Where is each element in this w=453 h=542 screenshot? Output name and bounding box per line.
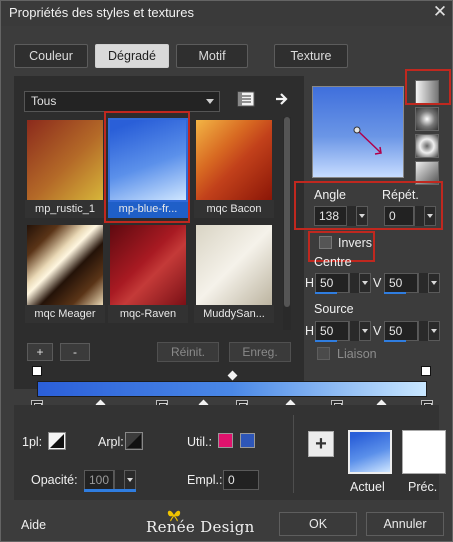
help-label[interactable]: Aide [21,518,46,532]
sunburst-style-button[interactable] [415,134,439,158]
list-icon[interactable] [237,91,255,107]
gradient-thumb[interactable]: mqc-Raven [108,222,188,327]
thumb-image [27,120,103,200]
repeat-label: Répét. [382,188,419,202]
top-marker-right[interactable] [421,366,431,376]
window-title: Propriétés des styles et textures [9,5,194,20]
invert-checkbox[interactable] [319,236,332,249]
center-label: Centre [314,255,352,269]
center-v-slider[interactable] [384,292,406,294]
source-v-dropdown[interactable] [428,321,440,341]
opacity-dropdown[interactable] [124,470,136,490]
source-label: Source [314,302,354,316]
opacity-input[interactable]: 100 [84,470,114,490]
center-h-slider[interactable] [315,292,337,294]
scrollbar-thumb[interactable] [284,117,290,307]
add-button[interactable]: + [27,343,53,361]
center-h-label: H [305,276,315,290]
thumb-image [196,225,272,305]
source-v-slider[interactable] [384,340,406,342]
previous-label: Préc. [408,480,438,494]
angle-input[interactable]: 138 [314,206,348,226]
brand-watermark: Renée Design [146,518,255,536]
invert-label: Invers [338,236,373,250]
previous-swatch[interactable] [402,430,446,474]
source-v-label: V [373,324,382,338]
cancel-button[interactable]: Annuler [366,512,444,536]
add-to-swatches-button[interactable]: + [308,431,334,457]
source-h-slider[interactable] [315,340,337,342]
close-button[interactable]: ✕ [431,3,449,21]
background-style-icon[interactable] [125,432,143,450]
angle-spinner[interactable] [346,206,356,226]
divider [293,415,294,493]
opacity-slider[interactable] [84,489,136,492]
thumb-image [110,225,186,305]
angle-dropdown[interactable] [356,206,368,226]
thumb-label: mqc Bacon [194,200,274,218]
arrow-right-icon[interactable] [274,91,290,107]
thumb-label: MuddySan... [194,305,274,323]
gradient-thumb[interactable]: MuddySan... [194,222,274,327]
category-select[interactable]: Tous [24,91,220,112]
foreground-style-icon[interactable] [48,432,66,450]
opacity-spinner[interactable] [114,470,124,490]
tab-degrade[interactable]: Dégradé [95,44,169,68]
tab-motif[interactable]: Motif [176,44,248,68]
repeat-input[interactable]: 0 [384,206,414,226]
source-h-input[interactable]: 50 [315,321,349,341]
center-v-dropdown[interactable] [428,273,440,293]
thumb-image [27,225,103,305]
gradient-thumb[interactable]: mqc Meager [25,222,105,327]
remove-button[interactable]: - [60,343,90,361]
center-v-spinner[interactable] [418,273,428,293]
gradient-thumb[interactable]: mp_rustic_1 [25,117,105,222]
center-h-dropdown[interactable] [359,273,371,293]
tab-couleur[interactable]: Couleur [14,44,88,68]
ok-button[interactable]: OK [279,512,357,536]
center-v-input[interactable]: 50 [384,273,418,293]
gradient-thumb[interactable]: mqc Bacon [194,117,274,222]
link-checkbox[interactable] [317,347,330,360]
fg-label: 1pl: [22,435,43,449]
center-v-label: V [373,276,382,290]
source-h-spinner[interactable] [349,321,359,341]
source-v-spinner[interactable] [418,321,428,341]
category-select-value: Tous [31,94,57,108]
bg-label: Arpl: [98,435,124,449]
util-color-pink[interactable] [218,433,233,448]
repeat-spinner[interactable] [414,206,424,226]
location-input[interactable]: 0 [223,470,259,490]
angle-handle-icon[interactable] [350,122,390,162]
link-label: Liaison [337,347,377,361]
current-swatch[interactable] [348,430,392,474]
location-label: Empl.: [187,473,223,487]
center-h-spinner[interactable] [349,273,359,293]
highlight-box [104,111,190,223]
thumb-label: mqc-Raven [108,305,188,323]
source-h-label: H [305,324,315,338]
center-h-input[interactable]: 50 [315,273,349,293]
thumb-image [196,120,272,200]
opacity-label: Opacité: [31,473,78,487]
util-color-blue[interactable] [240,433,255,448]
thumb-label: mqc Meager [25,305,105,323]
highlight-box [405,69,451,105]
util-label: Util.: [187,435,212,449]
source-v-input[interactable]: 50 [384,321,418,341]
angle-label: Angle [314,188,346,202]
current-label: Actuel [350,480,385,494]
reset-button[interactable]: Réinit. [157,342,219,362]
save-button[interactable]: Enreg. [229,342,291,362]
rectangular-style-button[interactable] [415,107,439,131]
gradient-bar[interactable] [37,381,427,397]
repeat-dropdown[interactable] [424,206,436,226]
chevron-down-icon [206,99,214,104]
top-marker-left[interactable] [32,366,42,376]
thumb-label: mp_rustic_1 [25,200,105,218]
tab-texture[interactable]: Texture [274,44,348,68]
source-h-dropdown[interactable] [359,321,371,341]
